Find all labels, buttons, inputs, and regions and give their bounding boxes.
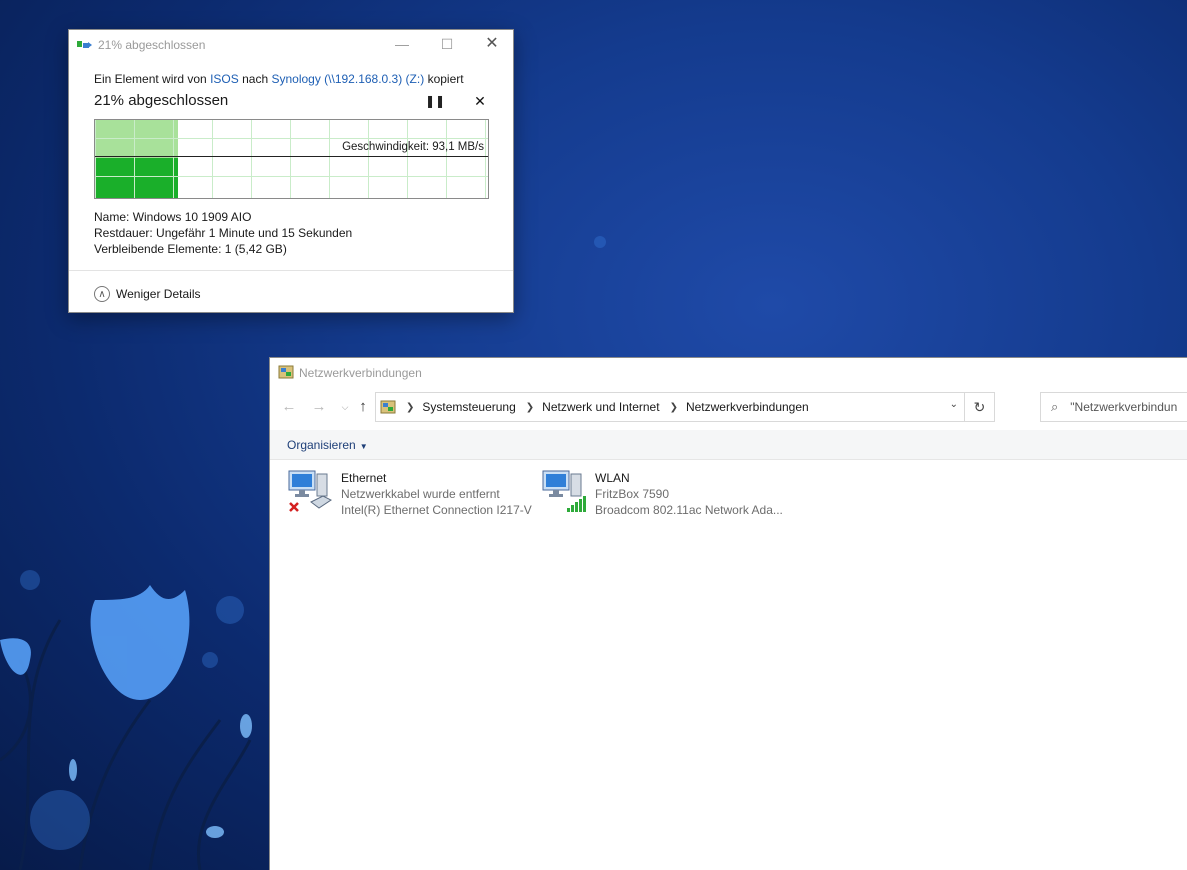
copy-line-suffix: kopiert — [427, 72, 464, 86]
maximize-button: ☐ — [440, 36, 454, 52]
speed-label: Geschwindigkeit: 93,1 MB/s — [342, 141, 484, 153]
adapter-name: Ethernet — [341, 471, 387, 485]
breadcrumb-separator-icon: ❯ — [406, 401, 415, 413]
adapter-status: FritzBox 7590 — [595, 487, 670, 501]
address-dropdown-icon[interactable]: ⌄ — [950, 399, 958, 410]
adapter-device: Intel(R) Ethernet Connection I217-V — [341, 503, 532, 517]
detail-items-label: Verbleibende Elemente: — [94, 242, 222, 256]
detail-name-value: Windows 10 1909 AIO — [132, 210, 252, 224]
back-arrow-icon[interactable]: ← — [280, 398, 298, 416]
forward-arrow-icon[interactable]: → — [310, 398, 328, 416]
destination-link[interactable]: Synology (\\192.168.0.3) (Z:) — [271, 72, 424, 86]
breadcrumb-network-internet[interactable]: Netzwerk und Internet — [542, 400, 659, 414]
breadcrumb-control-panel[interactable]: Systemsteuerung — [422, 400, 515, 414]
copy-progress-dialog: 21% abgeschlossen — ☐ ✕ Ein Element wird… — [68, 29, 514, 313]
breadcrumb-separator-icon[interactable]: ❯ — [526, 402, 534, 413]
organize-menu-button[interactable]: Organisieren ▼ — [287, 438, 368, 452]
network-folder-icon — [278, 365, 294, 379]
progress-percent-label: 21% abgeschlossen — [94, 92, 229, 109]
minimize-button[interactable]: — — [387, 34, 417, 54]
copy-line-prefix: Ein Element wird von — [94, 72, 207, 86]
detail-items-value: 1 (5,42 GB) — [224, 242, 287, 256]
detail-remaining-value: Ungefähr 1 Minute und 15 Sekunden — [156, 226, 353, 240]
refresh-icon[interactable]: ↻ — [964, 392, 994, 422]
cancel-copy-button[interactable]: ✕ — [471, 93, 489, 109]
command-bar: Organisieren ▼ — [270, 430, 1187, 460]
detail-remaining-label: Restdauer: — [94, 226, 153, 240]
speed-line — [95, 156, 488, 157]
wlan-adapter-text: WLAN FritzBox 7590 Broadcom 802.11ac Net… — [595, 470, 783, 518]
navigation-bar: ← → ⌵ ↑ ❯ Systemsteuerung ❯ Netzwerk und… — [270, 390, 1187, 424]
detail-name-label: Name: — [94, 210, 130, 224]
adapter-name: WLAN — [595, 471, 630, 485]
network-window-title: Netzwerkverbindungen — [299, 366, 422, 380]
network-window-titlebar[interactable]: Netzwerkverbindungen — [270, 358, 1187, 386]
dialog-divider — [69, 270, 513, 271]
close-button[interactable]: ✕ — [477, 34, 507, 54]
organize-label: Organisieren — [287, 438, 356, 452]
breadcrumb-separator-icon[interactable]: ❯ — [670, 402, 678, 413]
adapter-status: Netzwerkkabel wurde entfernt — [341, 487, 500, 501]
less-details-button[interactable]: ∧ Weniger Details — [94, 284, 200, 304]
ethernet-adapter-icon — [288, 470, 332, 512]
source-folder-link[interactable]: ISOS — [210, 72, 239, 86]
copy-line-mid: nach — [242, 72, 269, 86]
chevron-up-icon: ∧ — [94, 286, 110, 302]
detail-remaining-row: Restdauer: Ungefähr 1 Minute und 15 Seku… — [94, 225, 352, 241]
wlan-adapter-icon — [542, 470, 586, 512]
copy-description: Ein Element wird von ISOS nach Synology … — [94, 72, 464, 86]
search-icon: ⌕ — [1051, 399, 1059, 414]
breadcrumb-network-connections[interactable]: Netzwerkverbindungen — [686, 400, 809, 414]
graph-grid — [95, 120, 488, 198]
control-panel-icon — [380, 400, 396, 414]
detail-name-row: Name: Windows 10 1909 AIO — [94, 209, 352, 225]
up-arrow-icon[interactable]: ↑ — [354, 398, 372, 416]
copy-transfer-icon — [77, 41, 92, 48]
less-details-label: Weniger Details — [116, 287, 201, 301]
search-input[interactable]: ⌕ "Netzwerkverbindun — [1040, 392, 1187, 422]
copy-details: Name: Windows 10 1909 AIO Restdauer: Ung… — [94, 209, 352, 257]
ethernet-adapter-text: Ethernet Netzwerkkabel wurde entfernt In… — [341, 470, 532, 518]
adapter-device: Broadcom 802.11ac Network Ada... — [595, 503, 783, 517]
transfer-speed-graph: Geschwindigkeit: 93,1 MB/s — [94, 119, 489, 199]
pause-button[interactable]: ❚❚ — [425, 94, 445, 110]
recent-locations-chevron-icon[interactable]: ⌵ — [336, 398, 354, 416]
search-placeholder: "Netzwerkverbindun — [1070, 400, 1178, 414]
copy-dialog-title: 21% abgeschlossen — [98, 38, 206, 52]
dropdown-caret-icon: ▼ — [359, 442, 368, 451]
address-bar[interactable]: ❯ Systemsteuerung ❯ Netzwerk und Interne… — [375, 392, 995, 422]
copy-dialog-titlebar[interactable]: 21% abgeschlossen — ☐ ✕ — [69, 30, 513, 58]
network-connections-window: Netzwerkverbindungen ← → ⌵ ↑ ❯ Systemste… — [269, 357, 1187, 870]
detail-items-row: Verbleibende Elemente: 1 (5,42 GB) — [94, 241, 352, 257]
